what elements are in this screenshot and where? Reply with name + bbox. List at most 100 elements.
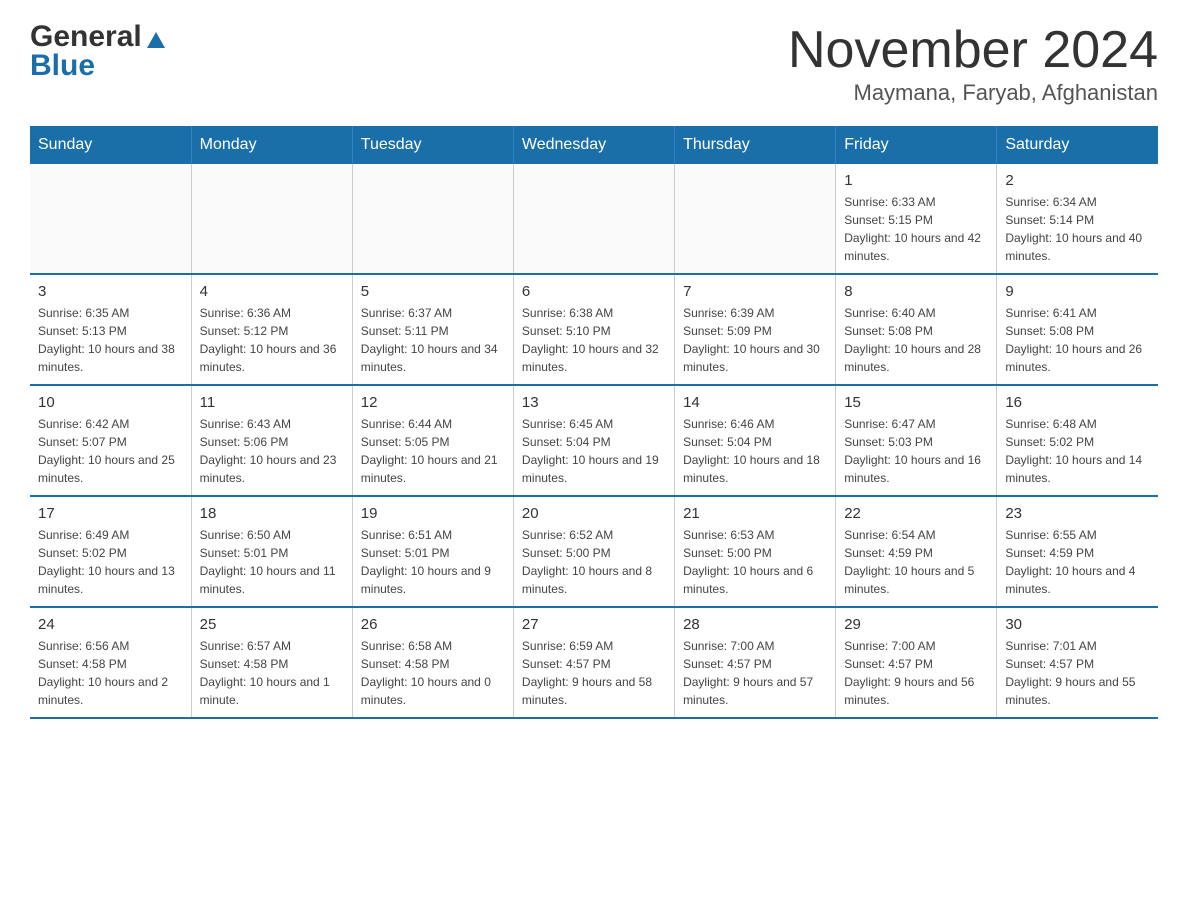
day-number: 17 <box>38 505 183 522</box>
calendar-cell: 16 Sunrise: 6:48 AMSunset: 5:02 PMDayligh… <box>997 385 1158 496</box>
day-info: Sunrise: 7:00 AMSunset: 4:57 PMDaylight:… <box>683 637 827 709</box>
day-number: 8 <box>844 283 988 300</box>
day-info: Sunrise: 6:50 AMSunset: 5:01 PMDaylight:… <box>200 526 344 598</box>
day-info: Sunrise: 6:46 AMSunset: 5:04 PMDaylight:… <box>683 415 827 487</box>
calendar-cell: 8 Sunrise: 6:40 AMSunset: 5:08 PMDaylight… <box>836 274 997 385</box>
day-number: 24 <box>38 616 183 633</box>
day-number: 25 <box>200 616 344 633</box>
location-title: Maymana, Faryab, Afghanistan <box>788 80 1158 106</box>
day-info: Sunrise: 6:45 AMSunset: 5:04 PMDaylight:… <box>522 415 666 487</box>
week-row-3: 10 Sunrise: 6:42 AMSunset: 5:07 PMDayligh… <box>30 385 1158 496</box>
day-info: Sunrise: 6:37 AMSunset: 5:11 PMDaylight:… <box>361 304 505 376</box>
day-info: Sunrise: 6:56 AMSunset: 4:58 PMDaylight:… <box>38 637 183 709</box>
calendar-cell: 14Sunrise: 6:46 AMSunset: 5:04 PMDayligh… <box>675 385 836 496</box>
day-number: 7 <box>683 283 827 300</box>
day-number: 28 <box>683 616 827 633</box>
logo: General Blue <box>30 20 165 82</box>
calendar-cell: 27 Sunrise: 6:59 AMSunset: 4:57 PMDayligh… <box>513 607 674 718</box>
calendar-cell: 1 Sunrise: 6:33 AMSunset: 5:15 PMDaylight… <box>836 164 997 274</box>
day-number: 16 <box>1005 394 1150 411</box>
calendar-cell: 12Sunrise: 6:44 AMSunset: 5:05 PMDayligh… <box>352 385 513 496</box>
calendar-cell: 24 Sunrise: 6:56 AMSunset: 4:58 PMDayligh… <box>30 607 191 718</box>
col-thursday: Thursday <box>675 126 836 164</box>
col-tuesday: Tuesday <box>352 126 513 164</box>
calendar-cell <box>30 164 191 274</box>
day-info: Sunrise: 6:55 AMSunset: 4:59 PMDaylight:… <box>1005 526 1150 598</box>
day-info: Sunrise: 6:33 AMSunset: 5:15 PMDaylight:… <box>844 193 988 265</box>
calendar-header: Sunday Monday Tuesday Wednesday Thursday… <box>30 126 1158 164</box>
day-info: Sunrise: 7:00 AMSunset: 4:57 PMDaylight:… <box>844 637 988 709</box>
calendar-cell: 18 Sunrise: 6:50 AMSunset: 5:01 PMDayligh… <box>191 496 352 607</box>
day-number: 2 <box>1005 172 1150 189</box>
calendar-cell: 25Sunrise: 6:57 AMSunset: 4:58 PMDayligh… <box>191 607 352 718</box>
day-number: 13 <box>522 394 666 411</box>
day-number: 15 <box>844 394 988 411</box>
calendar-cell <box>191 164 352 274</box>
calendar-cell: 29 Sunrise: 7:00 AMSunset: 4:57 PMDayligh… <box>836 607 997 718</box>
day-info: Sunrise: 6:40 AMSunset: 5:08 PMDaylight:… <box>844 304 988 376</box>
title-section: November 2024 Maymana, Faryab, Afghanist… <box>788 20 1158 106</box>
calendar-cell: 30Sunrise: 7:01 AMSunset: 4:57 PMDayligh… <box>997 607 1158 718</box>
calendar-cell: 15Sunrise: 6:47 AMSunset: 5:03 PMDayligh… <box>836 385 997 496</box>
calendar-cell: 23 Sunrise: 6:55 AMSunset: 4:59 PMDayligh… <box>997 496 1158 607</box>
page-header: General Blue November 2024 Maymana, Fary… <box>30 20 1158 106</box>
day-number: 27 <box>522 616 666 633</box>
calendar-cell: 2 Sunrise: 6:34 AMSunset: 5:14 PMDaylight… <box>997 164 1158 274</box>
calendar-cell: 9Sunrise: 6:41 AMSunset: 5:08 PMDaylight… <box>997 274 1158 385</box>
day-number: 20 <box>522 505 666 522</box>
day-info: Sunrise: 6:52 AMSunset: 5:00 PMDaylight:… <box>522 526 666 598</box>
day-number: 6 <box>522 283 666 300</box>
day-number: 23 <box>1005 505 1150 522</box>
calendar-cell: 6 Sunrise: 6:38 AMSunset: 5:10 PMDaylight… <box>513 274 674 385</box>
calendar-cell: 22Sunrise: 6:54 AMSunset: 4:59 PMDayligh… <box>836 496 997 607</box>
month-title: November 2024 <box>788 20 1158 80</box>
week-row-2: 3 Sunrise: 6:35 AMSunset: 5:13 PMDaylight… <box>30 274 1158 385</box>
day-number: 30 <box>1005 616 1150 633</box>
day-number: 3 <box>38 283 183 300</box>
day-number: 1 <box>844 172 988 189</box>
day-number: 4 <box>200 283 344 300</box>
day-number: 18 <box>200 505 344 522</box>
calendar-cell: 3 Sunrise: 6:35 AMSunset: 5:13 PMDaylight… <box>30 274 191 385</box>
day-number: 5 <box>361 283 505 300</box>
day-info: Sunrise: 6:35 AMSunset: 5:13 PMDaylight:… <box>38 304 183 376</box>
day-info: Sunrise: 6:49 AMSunset: 5:02 PMDaylight:… <box>38 526 183 598</box>
calendar-cell: 11Sunrise: 6:43 AMSunset: 5:06 PMDayligh… <box>191 385 352 496</box>
day-info: Sunrise: 6:59 AMSunset: 4:57 PMDaylight:… <box>522 637 666 709</box>
day-number: 9 <box>1005 283 1150 300</box>
day-info: Sunrise: 6:38 AMSunset: 5:10 PMDaylight:… <box>522 304 666 376</box>
day-info: Sunrise: 6:48 AMSunset: 5:02 PMDaylight:… <box>1005 415 1150 487</box>
day-info: Sunrise: 6:34 AMSunset: 5:14 PMDaylight:… <box>1005 193 1150 265</box>
calendar-cell: 7 Sunrise: 6:39 AMSunset: 5:09 PMDaylight… <box>675 274 836 385</box>
col-wednesday: Wednesday <box>513 126 674 164</box>
day-number: 26 <box>361 616 505 633</box>
calendar-table: Sunday Monday Tuesday Wednesday Thursday… <box>30 126 1158 719</box>
day-info: Sunrise: 6:44 AMSunset: 5:05 PMDaylight:… <box>361 415 505 487</box>
day-number: 19 <box>361 505 505 522</box>
day-info: Sunrise: 6:39 AMSunset: 5:09 PMDaylight:… <box>683 304 827 376</box>
day-info: Sunrise: 6:58 AMSunset: 4:58 PMDaylight:… <box>361 637 505 709</box>
logo-triangle-icon <box>147 32 165 48</box>
calendar-cell: 5 Sunrise: 6:37 AMSunset: 5:11 PMDaylight… <box>352 274 513 385</box>
calendar-cell: 4 Sunrise: 6:36 AMSunset: 5:12 PMDaylight… <box>191 274 352 385</box>
week-row-4: 17 Sunrise: 6:49 AMSunset: 5:02 PMDayligh… <box>30 496 1158 607</box>
calendar-cell <box>352 164 513 274</box>
day-number: 10 <box>38 394 183 411</box>
col-sunday: Sunday <box>30 126 191 164</box>
calendar-cell: 21Sunrise: 6:53 AMSunset: 5:00 PMDayligh… <box>675 496 836 607</box>
day-info: Sunrise: 6:53 AMSunset: 5:00 PMDaylight:… <box>683 526 827 598</box>
calendar-cell <box>513 164 674 274</box>
col-friday: Friday <box>836 126 997 164</box>
day-number: 29 <box>844 616 988 633</box>
day-number: 11 <box>200 394 344 411</box>
day-info: Sunrise: 6:51 AMSunset: 5:01 PMDaylight:… <box>361 526 505 598</box>
week-row-5: 24 Sunrise: 6:56 AMSunset: 4:58 PMDayligh… <box>30 607 1158 718</box>
calendar-cell: 13 Sunrise: 6:45 AMSunset: 5:04 PMDayligh… <box>513 385 674 496</box>
day-info: Sunrise: 6:36 AMSunset: 5:12 PMDaylight:… <box>200 304 344 376</box>
calendar-body: 1 Sunrise: 6:33 AMSunset: 5:15 PMDaylight… <box>30 164 1158 718</box>
calendar-cell: 19 Sunrise: 6:51 AMSunset: 5:01 PMDayligh… <box>352 496 513 607</box>
col-monday: Monday <box>191 126 352 164</box>
day-number: 22 <box>844 505 988 522</box>
calendar-cell: 28 Sunrise: 7:00 AMSunset: 4:57 PMDayligh… <box>675 607 836 718</box>
day-info: Sunrise: 6:42 AMSunset: 5:07 PMDaylight:… <box>38 415 183 487</box>
